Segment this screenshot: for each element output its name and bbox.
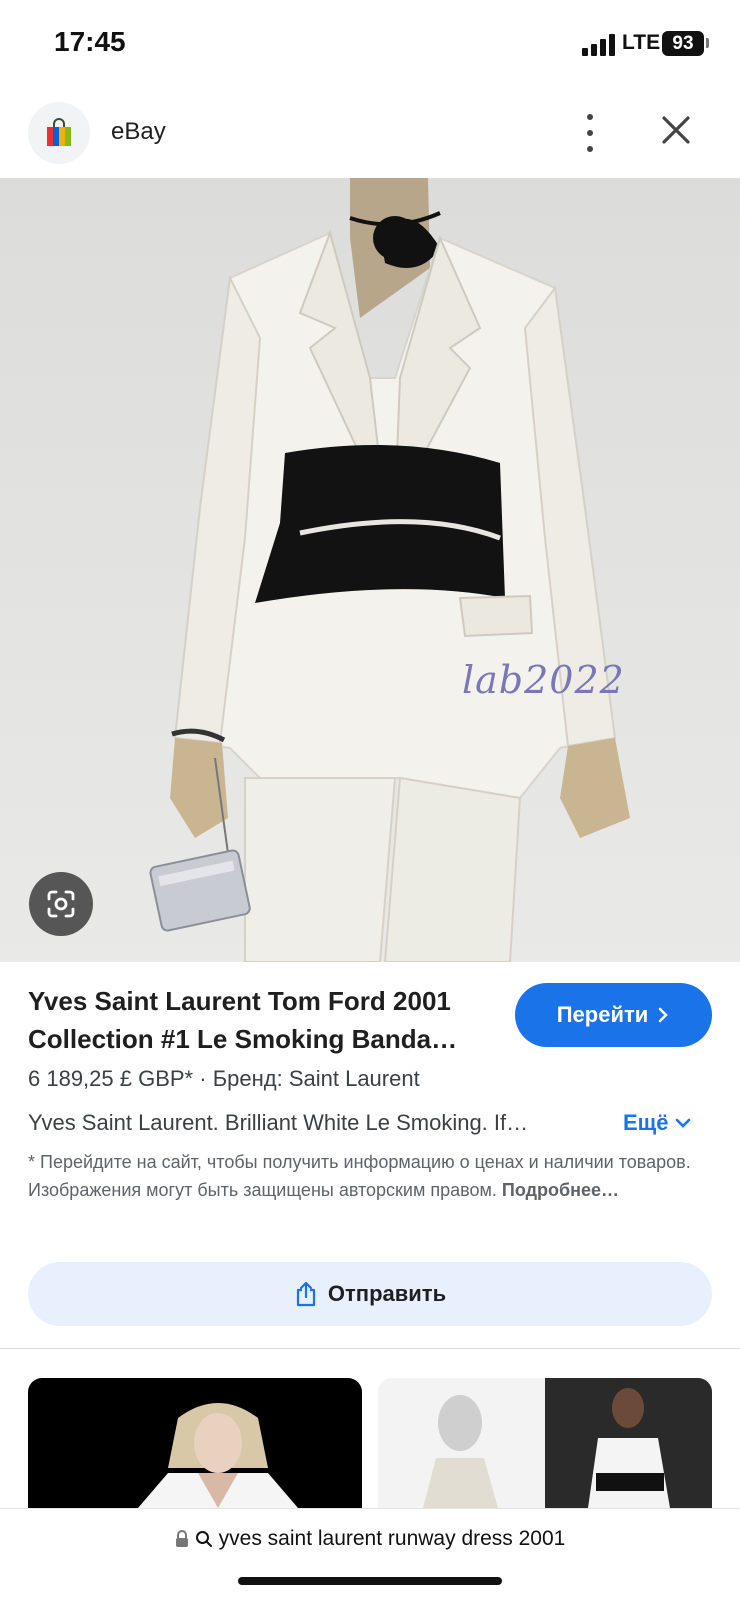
learn-more-link[interactable]: Подробнее… — [502, 1180, 619, 1200]
lock-icon — [175, 1530, 188, 1547]
product-title[interactable]: Yves Saint Laurent Tom Ford 2001 Collect… — [28, 982, 488, 1058]
battery-tip — [706, 38, 709, 48]
more-button[interactable]: Ещё — [623, 1110, 692, 1136]
search-icon — [195, 1531, 212, 1547]
more-options-icon[interactable] — [570, 110, 610, 156]
search-query: yves saint laurent runway dress 2001 — [218, 1527, 566, 1550]
related-image-runway[interactable] — [28, 1378, 362, 1508]
price: 6 189,25 £ GBP* — [28, 1066, 194, 1091]
signal-icon — [582, 34, 618, 56]
site-name[interactable]: eBay — [111, 118, 166, 146]
google-lens-button[interactable] — [29, 872, 93, 936]
share-button[interactable]: Отправить — [28, 1262, 712, 1326]
status-time: 17:45 — [54, 26, 126, 57]
bottom-address-bar: yves saint laurent runway dress 2001 — [0, 1508, 740, 1600]
chevron-down-icon — [676, 1118, 691, 1128]
more-button-label: Ещё — [623, 1110, 669, 1135]
battery-icon: 93 — [662, 31, 704, 56]
disclaimer: * Перейдите на сайт, чтобы получить инфо… — [28, 1148, 718, 1204]
description-text: Yves Saint Laurent. Brilliant White Le S… — [28, 1110, 529, 1135]
price-brand-line: 6 189,25 £ GBP* · Бренд: Saint Laurent — [28, 1066, 420, 1092]
ebay-shopping-bag-icon — [28, 102, 90, 164]
watermark-text: lab2022 — [462, 658, 625, 702]
network-type: LTE — [622, 31, 661, 54]
product-image[interactable]: lab2022 — [0, 178, 740, 962]
share-button-label: Отправить — [327, 1281, 447, 1306]
close-icon[interactable] — [656, 110, 696, 150]
home-indicator[interactable] — [238, 1577, 502, 1585]
status-bar: 17:45 LTE 93 — [0, 0, 740, 90]
visit-button-label: Перейти — [556, 1002, 649, 1027]
share-icon — [296, 1281, 315, 1307]
chevron-right-icon — [659, 1007, 669, 1023]
lens-icon — [47, 890, 75, 918]
visit-button[interactable]: Перейти — [515, 983, 712, 1047]
related-image-collage[interactable] — [378, 1378, 712, 1508]
divider — [0, 1348, 740, 1349]
separator-dot: · — [199, 1066, 213, 1091]
brand: Бренд: Saint Laurent — [212, 1066, 420, 1091]
source-header: eBay — [0, 92, 740, 178]
address-bar[interactable]: yves saint laurent runway dress 2001 — [0, 1527, 740, 1551]
